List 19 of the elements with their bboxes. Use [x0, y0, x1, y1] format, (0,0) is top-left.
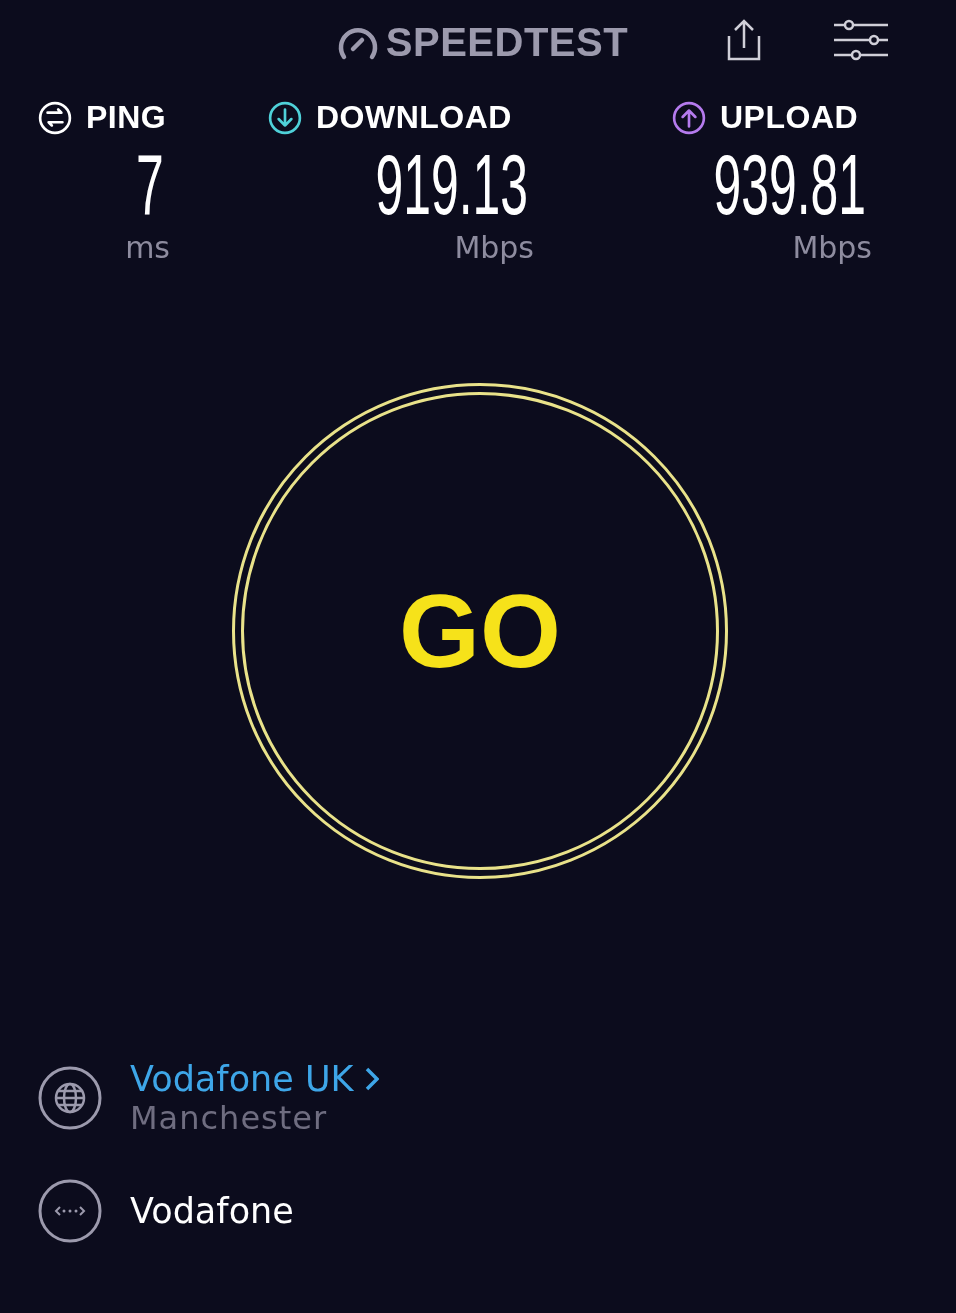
server-location: Manchester: [130, 1099, 329, 1137]
metric-unit: Mbps: [454, 230, 534, 265]
globe-icon: [38, 1066, 102, 1130]
metric-value: 7: [136, 138, 164, 230]
network-icon: [38, 1179, 102, 1243]
app-logo: SPEEDTEST: [385, 20, 629, 65]
share-icon[interactable]: [726, 18, 762, 62]
chevron-icon: [365, 1067, 380, 1091]
go-button[interactable]: GO: [232, 383, 728, 879]
provider-link[interactable]: Vodafone UK: [130, 1059, 380, 1099]
settings-icon[interactable]: [832, 18, 890, 62]
network-name: Vodafone: [130, 1191, 294, 1231]
metric-label: PING: [86, 99, 167, 136]
metric-label: UPLOAD: [720, 99, 859, 136]
metric-value: 939.81: [713, 138, 866, 230]
metric-unit: Mbps: [792, 230, 872, 265]
metric-unit: ms: [125, 230, 170, 265]
metric-value: 919.13: [375, 138, 528, 230]
metric-label: DOWNLOAD: [316, 99, 512, 136]
